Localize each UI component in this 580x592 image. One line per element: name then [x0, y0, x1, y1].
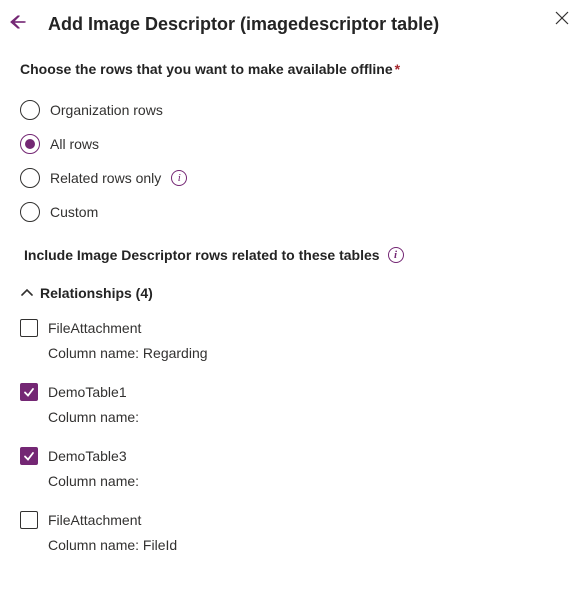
relationships-header-text: Relationships (4) — [40, 285, 153, 301]
radio-dot[interactable] — [20, 100, 40, 120]
radio-label: All rows — [50, 136, 99, 152]
relationship-item: DemoTable3 Column name: — [20, 447, 562, 489]
relationship-name: FileAttachment — [48, 512, 141, 528]
rows-radio-group: Organization rows All rows Related rows on… — [20, 93, 562, 229]
radio-option[interactable]: All rows — [20, 127, 562, 161]
page-title: Add Image Descriptor (imagedescriptor ta… — [48, 14, 562, 35]
radio-label: Custom — [50, 204, 98, 220]
relationship-column: Column name: — [48, 473, 562, 489]
relationship-item: FileAttachment Column name: Regarding — [20, 319, 562, 361]
info-icon[interactable]: i — [388, 247, 404, 263]
include-tables-label: Include Image Descriptor rows related to… — [24, 247, 562, 263]
relationship-item: DemoTable1 Column name: — [20, 383, 562, 425]
info-icon[interactable]: i — [171, 170, 187, 186]
relationship-name: DemoTable3 — [48, 448, 127, 464]
relationship-row[interactable]: FileAttachment — [20, 511, 562, 529]
radio-option[interactable]: Custom — [20, 195, 562, 229]
radio-option[interactable]: Organization rows — [20, 93, 562, 127]
relationship-checkbox[interactable] — [20, 447, 38, 465]
relationship-row[interactable]: FileAttachment — [20, 319, 562, 337]
radio-dot[interactable] — [20, 168, 40, 188]
relationship-row[interactable]: DemoTable3 — [20, 447, 562, 465]
relationships-list: FileAttachment Column name: Regarding Demo… — [20, 319, 562, 553]
relationship-checkbox[interactable] — [20, 511, 38, 529]
relationship-checkbox[interactable] — [20, 319, 38, 337]
choose-rows-label: Choose the rows that you want to make av… — [20, 61, 562, 77]
relationship-column: Column name: FileId — [48, 537, 562, 553]
close-icon[interactable] — [552, 8, 572, 28]
relationship-item: FileAttachment Column name: FileId — [20, 511, 562, 553]
chevron-up-icon — [20, 286, 34, 300]
relationship-row[interactable]: DemoTable1 — [20, 383, 562, 401]
relationships-toggle[interactable]: Relationships (4) — [20, 285, 562, 301]
relationship-column: Column name: Regarding — [48, 345, 562, 361]
radio-dot[interactable] — [20, 134, 40, 154]
relationship-column: Column name: — [48, 409, 562, 425]
relationship-name: DemoTable1 — [48, 384, 127, 400]
radio-label: Organization rows — [50, 102, 163, 118]
relationship-name: FileAttachment — [48, 320, 141, 336]
relationship-checkbox[interactable] — [20, 383, 38, 401]
radio-option[interactable]: Related rows only i — [20, 161, 562, 195]
back-icon[interactable] — [8, 12, 28, 32]
radio-dot[interactable] — [20, 202, 40, 222]
required-mark: * — [395, 61, 400, 77]
radio-label: Related rows only — [50, 170, 161, 186]
